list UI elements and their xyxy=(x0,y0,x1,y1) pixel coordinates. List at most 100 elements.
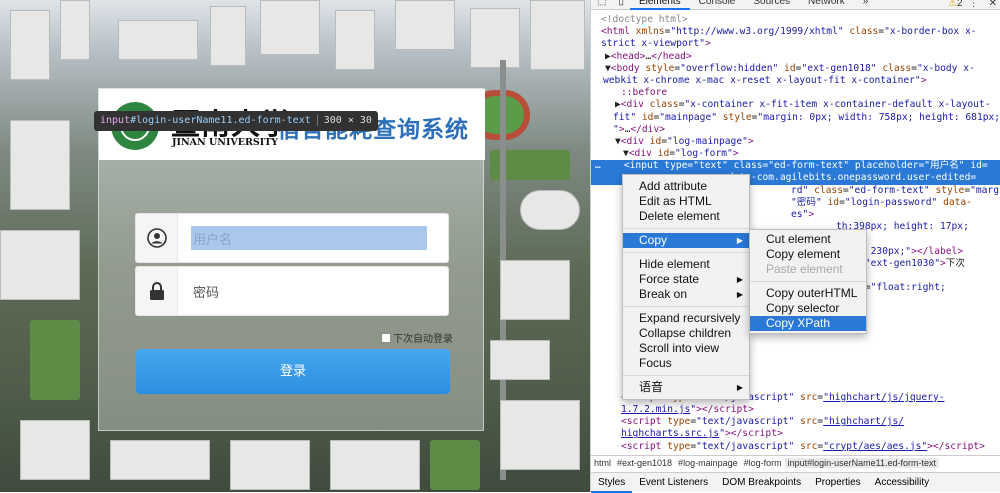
background-building xyxy=(10,120,70,210)
menu-item-hide-element[interactable]: Hide element xyxy=(623,257,749,272)
background-building xyxy=(520,190,580,230)
breadcrumb-item[interactable]: #log-form xyxy=(741,458,785,468)
menu-item-label: Break on xyxy=(639,287,688,301)
menu-item-speech[interactable]: 语音 ▶ xyxy=(623,380,749,395)
menu-item-label: Copy xyxy=(639,233,668,247)
tab-event-listeners[interactable]: Event Listeners xyxy=(632,473,715,493)
background-building xyxy=(210,6,246,66)
dom-node[interactable]: ▼<div id="log-form"> xyxy=(591,148,1000,160)
more-tabs-icon[interactable]: » xyxy=(854,0,878,10)
tab-elements[interactable]: Elements xyxy=(629,0,690,10)
styles-panel-tabs: Styles Event Listeners DOM Breakpoints P… xyxy=(591,472,1000,493)
tooltip-size: 300 × 30 xyxy=(316,115,372,126)
login-button[interactable]: 登录 xyxy=(136,349,450,394)
breadcrumb-item[interactable]: #ext-gen1018 xyxy=(614,458,675,468)
menu-item-force-state[interactable]: Force state ▶ xyxy=(623,272,749,287)
tooltip-class: .ed-form-text xyxy=(232,115,311,126)
dom-node[interactable]: <script type="text/javascript" src="cryp… xyxy=(591,441,1000,453)
menu-item-copy-element[interactable]: Copy element xyxy=(750,247,866,262)
element-inspect-tooltip: input#login-userName11.ed-form-text 300 ×… xyxy=(94,111,378,131)
tooltip-id: #login-userName11 xyxy=(130,115,233,126)
breadcrumb-item[interactable]: input#login-userName11.ed-form-text xyxy=(784,458,940,468)
username-input[interactable]: 用户名 xyxy=(193,229,232,248)
remember-me[interactable]: 下次自动登录 xyxy=(381,330,453,345)
menu-item-delete-element[interactable]: Delete element xyxy=(623,209,749,224)
background-building xyxy=(10,10,50,80)
dom-node[interactable]: ::before xyxy=(591,87,1000,99)
dom-node[interactable]: ▶<head>…</head> xyxy=(591,51,1000,63)
remember-label: 下次自动登录 xyxy=(393,334,453,345)
menu-item-expand-recursively[interactable]: Expand recursively xyxy=(623,311,749,326)
lock-icon xyxy=(136,267,178,315)
breadcrumb-item[interactable]: #log-mainpage xyxy=(675,458,741,468)
tab-styles[interactable]: Styles xyxy=(591,473,633,493)
tab-dom-breakpoints[interactable]: DOM Breakpoints xyxy=(715,473,808,493)
dom-node[interactable]: ▶<div class="x-container x-fit-item x-co… xyxy=(591,99,1000,111)
menu-item-copy[interactable]: Copy ▶ xyxy=(623,233,749,248)
background-building xyxy=(530,0,585,70)
menu-item-copy-selector[interactable]: Copy selector xyxy=(750,301,866,316)
menu-item-scroll-into-view[interactable]: Scroll into view xyxy=(623,341,749,356)
menu-item-edit-as-html[interactable]: Edit as HTML xyxy=(623,194,749,209)
menu-item-focus[interactable]: Focus xyxy=(623,356,749,371)
login-panel: 暨南大学 JINAN UNIVERSITY 宿舍能耗查询系统 用户名 密码 下次… xyxy=(98,88,485,431)
submenu-arrow-icon: ▶ xyxy=(736,290,743,299)
dom-node[interactable]: <script type="text/javascript" src="high… xyxy=(591,416,1000,428)
background-building xyxy=(0,230,80,300)
menu-item-paste-element: Paste element xyxy=(766,262,843,276)
menu-separator xyxy=(623,228,749,229)
menu-item-break-on[interactable]: Break on ▶ xyxy=(623,287,749,302)
breadcrumb-item[interactable]: html xyxy=(591,458,614,468)
menu-separator xyxy=(623,306,749,307)
tab-console[interactable]: Console xyxy=(690,0,745,10)
context-menu: Add attribute Edit as HTML Delete elemen… xyxy=(622,174,750,400)
tab-network[interactable]: Network xyxy=(799,0,854,10)
background-building xyxy=(395,0,455,50)
dom-node[interactable]: <html xmlns="http://www.w3.org/1999/xhtm… xyxy=(591,26,1000,38)
warning-icon[interactable]: ⚠2 xyxy=(948,0,963,9)
close-icon[interactable]: ✕ xyxy=(985,0,1000,9)
remember-checkbox[interactable] xyxy=(381,332,391,343)
dom-node: fit" id="mainpage" style="margin: 0px; w… xyxy=(613,111,1000,123)
menu-separator xyxy=(750,281,866,282)
web-page-area: 暨南大学 JINAN UNIVERSITY 宿舍能耗查询系统 用户名 密码 下次… xyxy=(0,0,590,492)
dom-node: highcharts.src.js"></script> xyxy=(621,428,783,440)
dom-node[interactable]: ▼<div id="log-mainpage"> xyxy=(591,136,1000,148)
tab-accessibility[interactable]: Accessibility xyxy=(868,473,936,493)
background-building xyxy=(20,420,90,480)
background-building xyxy=(500,400,580,470)
kebab-menu-icon[interactable]: ⋮ xyxy=(963,0,985,9)
tab-properties[interactable]: Properties xyxy=(808,473,868,493)
tab-sources[interactable]: Sources xyxy=(744,0,799,10)
menu-item-cut-element[interactable]: Cut element xyxy=(750,232,866,247)
background-building xyxy=(330,440,420,490)
submenu-arrow-icon: ▶ xyxy=(736,275,743,284)
dom-node: webkit x-chrome x-mac x-reset x-layout-f… xyxy=(603,74,927,86)
breadcrumb: html #ext-gen1018 #log-mainpage #log-form in… xyxy=(591,455,1000,469)
menu-separator xyxy=(623,375,749,376)
dom-node-selected[interactable]: … <input type="text" class="ed-form-text… xyxy=(591,160,1000,173)
username-row: 用户名 xyxy=(135,213,449,263)
menu-item-copy-outerhtml[interactable]: Copy outerHTML xyxy=(750,286,866,301)
grass-field xyxy=(30,320,80,400)
inspect-icon[interactable]: ⬚ xyxy=(591,0,612,10)
menu-item-label: 语音 xyxy=(639,380,664,394)
submenu-arrow-icon: ▶ xyxy=(736,236,743,245)
menu-item-add-attribute[interactable]: Add attribute xyxy=(623,179,749,194)
menu-item-collapse-children[interactable]: Collapse children xyxy=(623,326,749,341)
university-name-en: JINAN UNIVERSITY xyxy=(172,137,279,148)
device-toggle-icon[interactable]: ▯ xyxy=(612,0,630,10)
background-building xyxy=(110,440,210,480)
menu-item-copy-xpath[interactable]: Copy XPath xyxy=(750,316,866,331)
dom-node[interactable]: <!doctype html> xyxy=(591,14,1000,26)
background-building xyxy=(230,440,310,490)
tooltip-tag: input xyxy=(100,115,131,126)
background-building xyxy=(118,20,198,60)
background-building xyxy=(335,10,375,70)
dom-node[interactable]: ▼<body style="overflow:hidden" id="ext-g… xyxy=(591,63,1000,75)
password-input[interactable]: 密码 xyxy=(193,282,219,301)
dom-node: strict x-viewport"> xyxy=(601,38,711,50)
background-building xyxy=(260,0,320,55)
background-building xyxy=(470,8,520,68)
menu-item-label: Force state xyxy=(639,272,700,286)
